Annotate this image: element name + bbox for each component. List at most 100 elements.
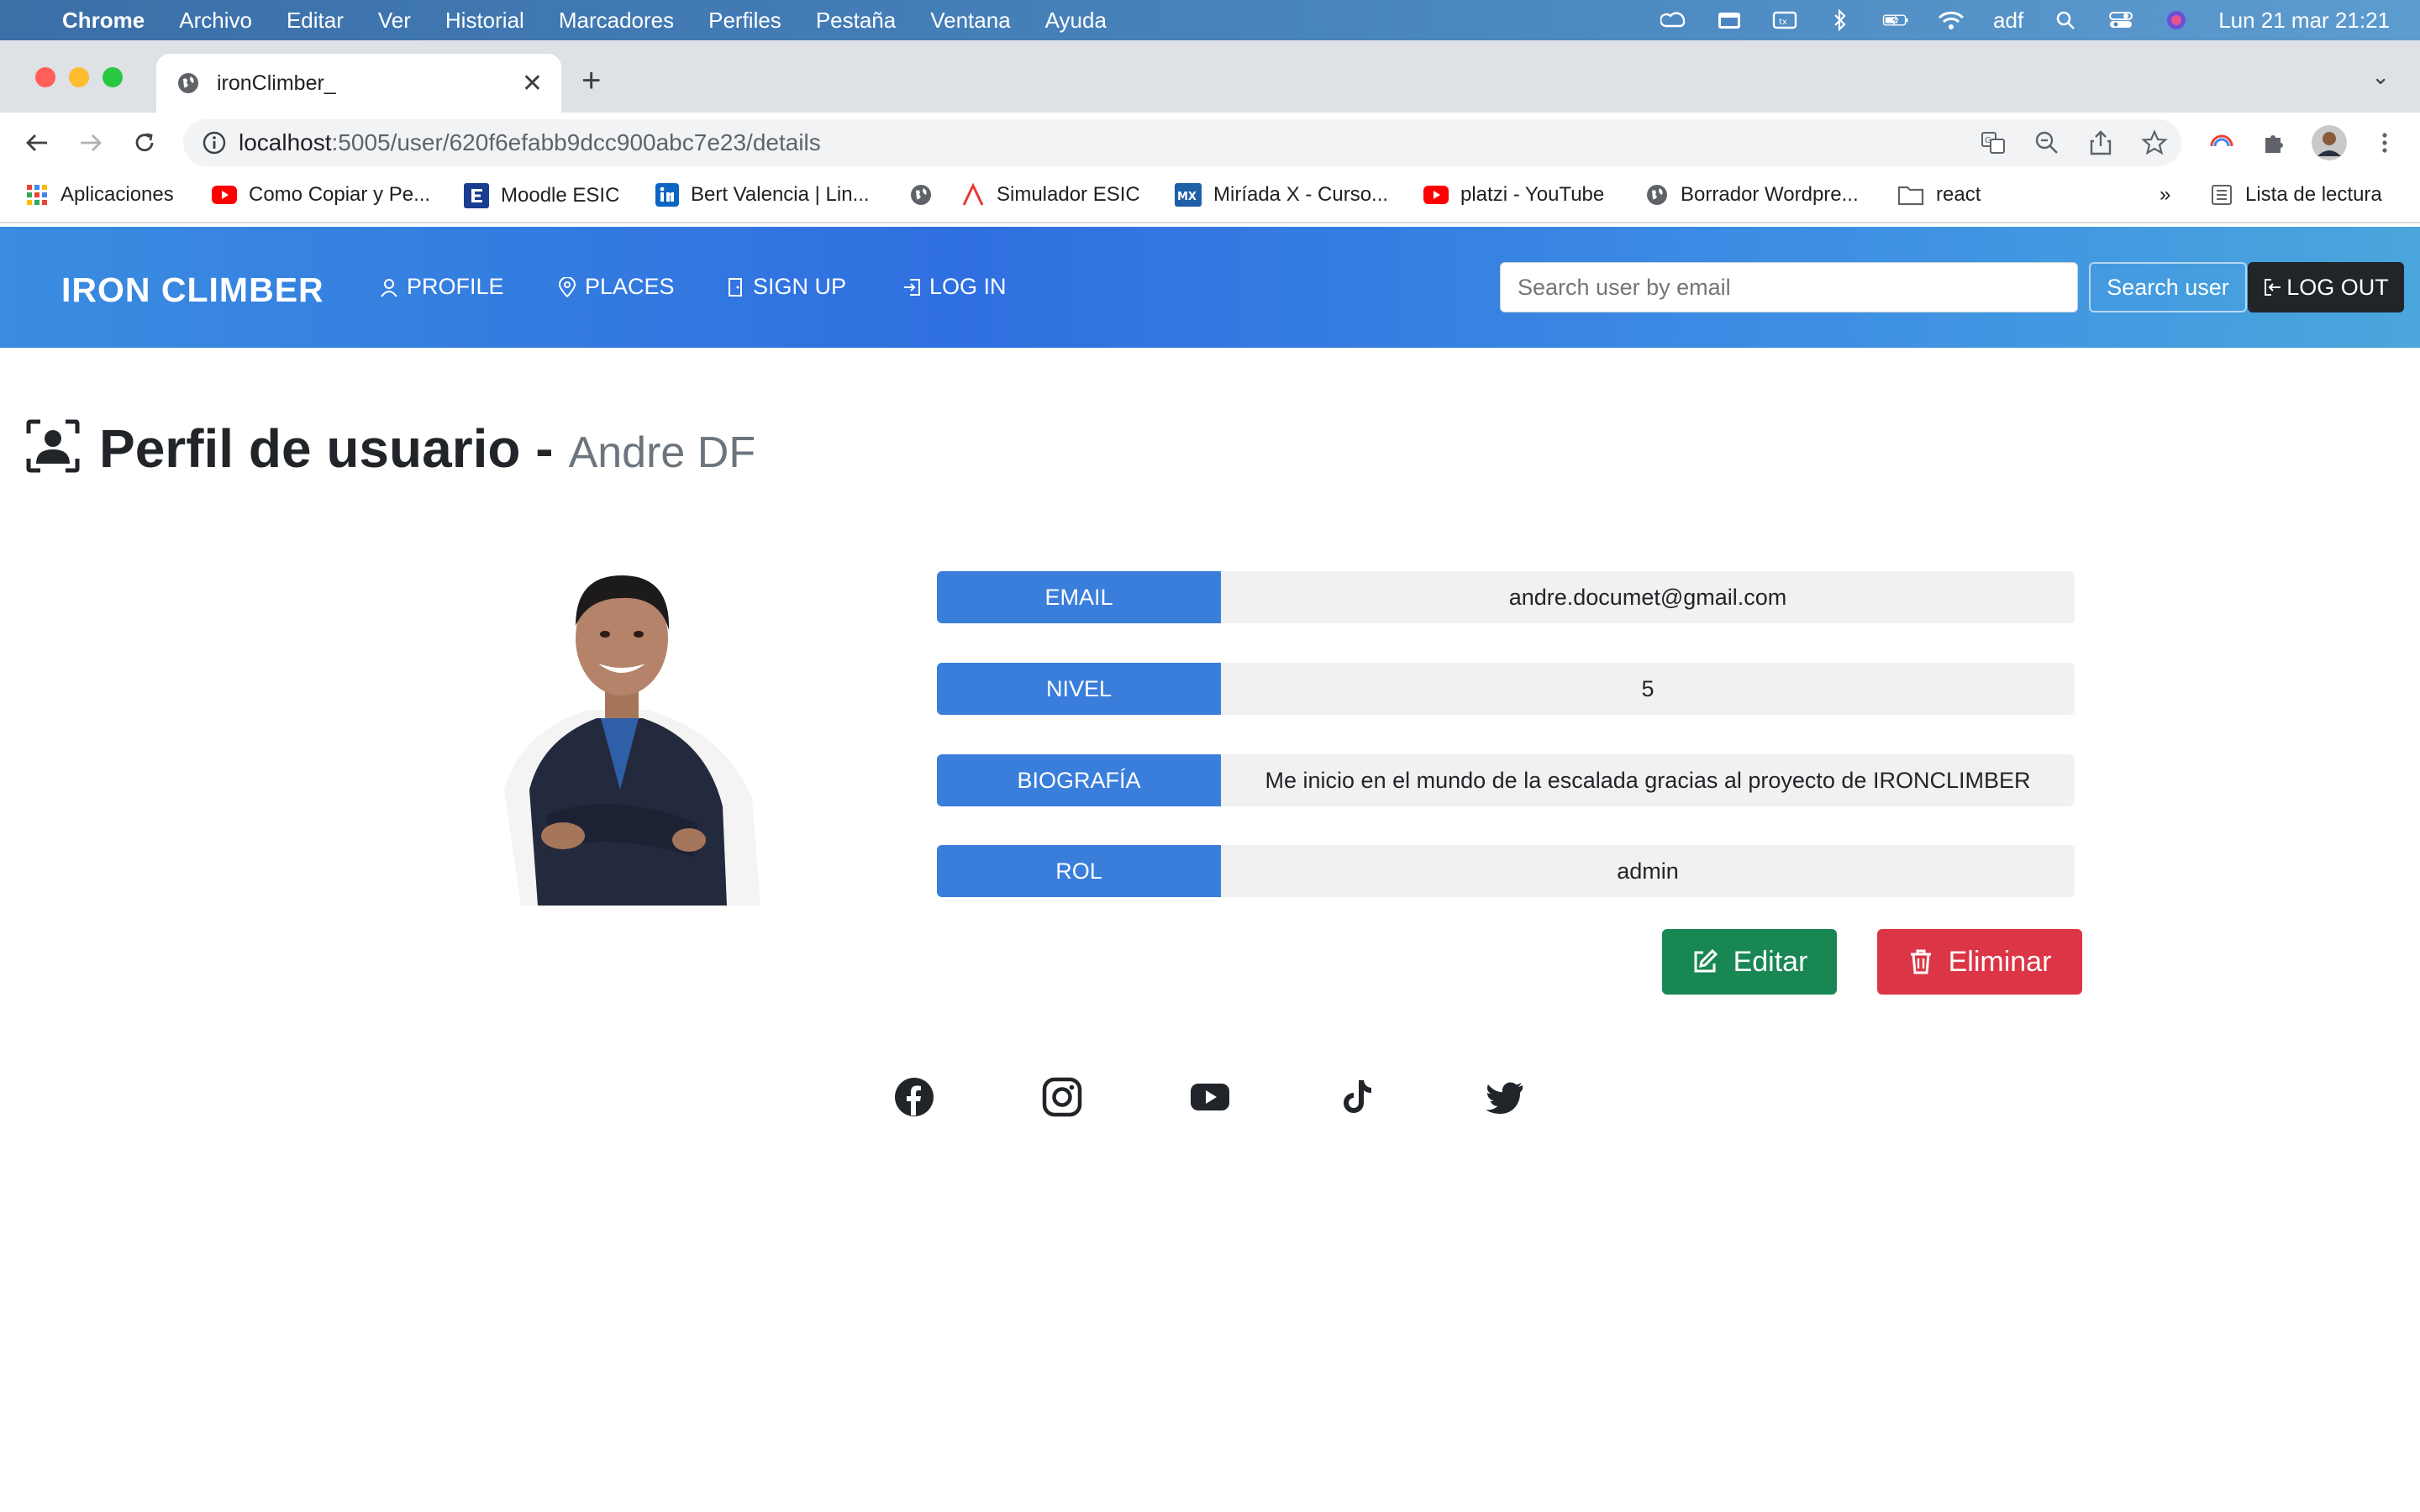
forward-arrow-icon[interactable] [74,126,108,160]
detail-label: BIOGRAFÍA [937,754,1221,806]
browser-tab-active[interactable]: ironClimber_ ✕ [156,54,561,113]
detail-row-rol: ROL admin [937,845,2075,897]
bookmarks-bar: Aplicaciones Como Copiar y Pe... Moodle … [0,173,2420,223]
youtube-icon[interactable] [1190,1077,1230,1117]
detail-value: Me inicio en el mundo de la escalada gra… [1221,754,2075,806]
page-title: Perfil de usuario - [99,418,554,479]
detail-row-email: EMAIL andre.documet@gmail.com [937,571,2075,623]
menu-perfiles[interactable]: Perfiles [708,8,781,34]
site-navbar: IRON CLIMBER PROFILE PLACES SIGN UP LOG … [0,227,2420,348]
door-icon [729,277,742,297]
simulador-icon [962,183,984,206]
bookmarks-overflow-chevron[interactable]: » [2160,183,2170,207]
search-user-input[interactable] [1500,262,2078,312]
menu-historial[interactable]: Historial [445,8,524,34]
nav-profile[interactable]: PROFILE [380,274,504,300]
bookmark-borrador-wordpress[interactable]: Borrador Wordpre... [1645,183,1859,207]
miriadax-icon: MX [1175,183,1202,207]
new-tab-button[interactable]: + [581,62,601,100]
logout-icon [2265,279,2281,296]
window-close-button[interactable] [35,67,55,87]
folder-icon [1897,186,1924,206]
nav-signup[interactable]: SIGN UP [726,274,846,300]
detail-value: andre.documet@gmail.com [1221,571,2075,623]
bookmark-miriada-x[interactable]: MX Miríada X - Curso... [1175,183,1388,207]
search-user-button[interactable]: Search user [2089,262,2247,312]
globe-icon [178,73,198,93]
address-bar[interactable]: localhost:5005/user/620f6efabb9dcc900abc… [183,119,2181,166]
menu-editar[interactable]: Editar [287,8,344,34]
map-pin-icon [558,276,576,297]
spotlight-search-icon[interactable] [2052,10,2079,30]
profile-avatar[interactable] [2311,124,2348,161]
delete-profile-button[interactable]: Eliminar [1877,929,2082,995]
youtube-icon [1423,186,1449,204]
zoom-out-icon[interactable] [2033,129,2060,156]
nav-places[interactable]: PLACES [558,274,675,300]
person-icon [381,278,397,297]
share-icon[interactable] [2087,129,2114,156]
linkedin-icon [655,183,679,207]
extension-rainbow-icon[interactable] [2208,129,2235,156]
logout-button[interactable]: LOG OUT [2248,262,2404,312]
menu-ventana[interactable]: Ventana [930,8,1010,34]
bluetooth-icon[interactable] [1827,9,1854,31]
menu-marcadores[interactable]: Marcadores [559,8,674,34]
instagram-icon[interactable] [1042,1077,1082,1117]
bookmark-simulador-esic[interactable]: Simulador ESIC [961,183,1140,207]
extensions-puzzle-icon[interactable] [2260,129,2287,156]
back-arrow-icon[interactable] [20,126,54,160]
svg-text:G: G [1985,136,1991,145]
display-tray-icon[interactable]: tx [1771,10,1798,30]
url-text[interactable]: localhost:5005/user/620f6efabb9dcc900abc… [239,129,821,156]
detail-row-biografia: BIOGRAFÍA Me inicio en el mundo de la es… [937,754,2075,806]
battery-icon[interactable] [1882,10,1909,30]
moodle-icon [464,183,489,208]
svg-text:tx: tx [1779,18,1787,27]
menu-archivo[interactable]: Archivo [179,8,252,34]
detail-row-nivel: NIVEL 5 [937,663,2075,715]
bookmark-star-icon[interactable] [2141,129,2168,156]
detail-value: admin [1221,845,2075,897]
window-minimize-button[interactable] [69,67,89,87]
menu-app-name[interactable]: Chrome [62,8,145,34]
apps-grid-icon [27,185,47,205]
bookmark-moodle-esic[interactable]: Moodle ESIC [464,183,619,208]
bookmark-globe[interactable] [909,183,933,207]
detail-label: ROL [937,845,1221,897]
profile-username: Andre DF [568,428,756,477]
bookmark-react-folder[interactable]: react [1897,183,1981,207]
menubar-user[interactable]: adf [1993,8,2023,34]
edit-profile-button[interactable]: Editar [1662,929,1837,995]
siri-icon[interactable] [2163,10,2190,30]
tab-close-icon[interactable]: ✕ [522,69,543,98]
wifi-icon[interactable] [1938,10,1965,30]
menu-ver[interactable]: Ver [378,8,411,34]
svg-text:MX: MX [1177,191,1197,203]
reading-list[interactable]: Lista de lectura [2210,183,2382,207]
menubar-datetime: Lun 21 mar 21:21 [2218,7,2390,33]
twitter-icon[interactable] [1484,1077,1524,1117]
tab-search-chevron-icon[interactable]: ⌄ [2371,64,2390,90]
site-info-icon[interactable] [202,130,227,155]
control-center-icon[interactable] [2107,10,2134,30]
menu-ayuda[interactable]: Ayuda [1045,8,1107,34]
bookmark-aplicaciones[interactable]: Aplicaciones [25,183,174,207]
site-brand[interactable]: IRON CLIMBER [61,270,324,310]
user-avatar-photo [504,575,760,906]
bookmark-bert-valencia[interactable]: Bert Valencia | Lin... [655,183,870,207]
creative-cloud-icon[interactable] [1660,10,1687,30]
nav-login[interactable]: LOG IN [902,274,1007,300]
chrome-menu-kebab-icon[interactable] [2371,129,2398,156]
translate-icon[interactable]: G [1980,129,2007,156]
user-profile-icon [26,419,80,473]
edit-pencil-icon [1694,948,1718,973]
facebook-icon[interactable] [894,1077,934,1117]
reload-icon[interactable] [128,126,161,160]
menu-pestana[interactable]: Pestaña [816,8,896,34]
calendar-tray-icon[interactable] [1716,10,1743,30]
bookmark-como-copiar[interactable]: Como Copiar y Pe... [212,183,430,207]
bookmark-platzi-youtube[interactable]: platzi - YouTube [1423,183,1604,207]
tiktok-icon[interactable] [1336,1077,1376,1117]
window-maximize-button[interactable] [103,67,123,87]
